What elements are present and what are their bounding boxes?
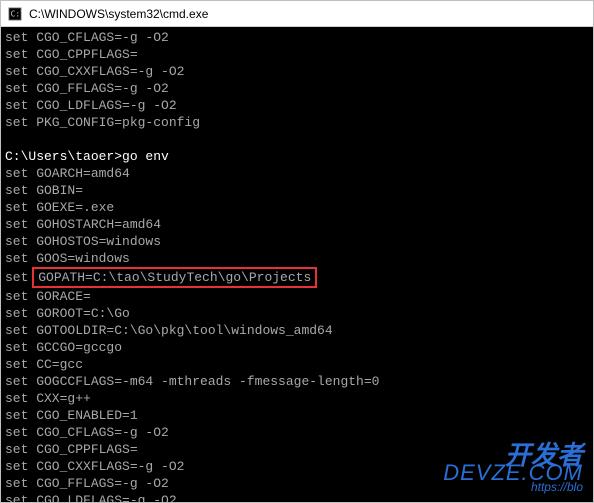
output-line: set GOEXE=.exe: [5, 199, 589, 216]
window-frame: C:\ C:\WINDOWS\system32\cmd.exe set CGO_…: [0, 0, 594, 503]
output-line: set CC=gcc: [5, 356, 589, 373]
output-line: set CGO_ENABLED=1: [5, 407, 589, 424]
output-line: set CGO_LDFLAGS=-g -O2: [5, 97, 589, 114]
svg-text:C:\: C:\: [11, 9, 22, 18]
gopath-highlight-box: GOPATH=C:\tao\StudyTech\go\Projects: [32, 267, 317, 288]
output-line: set CGO_CFLAGS=-g -O2: [5, 29, 589, 46]
output-line: set GOROOT=C:\Go: [5, 305, 589, 322]
output-line: set CXX=g++: [5, 390, 589, 407]
output-line: set GOTOOLDIR=C:\Go\pkg\tool\windows_amd…: [5, 322, 589, 339]
output-line: set CGO_CFLAGS=-g -O2: [5, 424, 589, 441]
output-line: set GOGCCFLAGS=-m64 -mthreads -fmessage-…: [5, 373, 589, 390]
output-line: set GOHOSTOS=windows: [5, 233, 589, 250]
window-title: C:\WINDOWS\system32\cmd.exe: [29, 7, 208, 21]
titlebar[interactable]: C:\ C:\WINDOWS\system32\cmd.exe: [1, 1, 593, 27]
terminal-output[interactable]: set CGO_CFLAGS=-g -O2set CGO_CPPFLAGS=se…: [1, 27, 593, 502]
output-line: set GOBIN=: [5, 182, 589, 199]
output-line: set PKG_CONFIG=pkg-config: [5, 114, 589, 131]
output-line: set CGO_FFLAGS=-g -O2: [5, 475, 589, 492]
output-line: set GOHOSTARCH=amd64: [5, 216, 589, 233]
output-line: set GCCGO=gccgo: [5, 339, 589, 356]
cmd-icon: C:\: [7, 6, 23, 22]
output-line: set CGO_FFLAGS=-g -O2: [5, 80, 589, 97]
output-line: set GORACE=: [5, 288, 589, 305]
output-line: set CGO_CXXFLAGS=-g -O2: [5, 63, 589, 80]
output-line: set GOARCH=amd64: [5, 165, 589, 182]
command-prompt-line: C:\Users\taoer>go env: [5, 148, 589, 165]
output-line-highlighted: set GOPATH=C:\tao\StudyTech\go\Projects: [5, 267, 589, 288]
output-line: set CGO_CXXFLAGS=-g -O2: [5, 458, 589, 475]
output-line: set CGO_CPPFLAGS=: [5, 46, 589, 63]
output-line: set CGO_LDFLAGS=-g -O2: [5, 492, 589, 502]
output-line: set CGO_CPPFLAGS=: [5, 441, 589, 458]
output-line: set GOOS=windows: [5, 250, 589, 267]
